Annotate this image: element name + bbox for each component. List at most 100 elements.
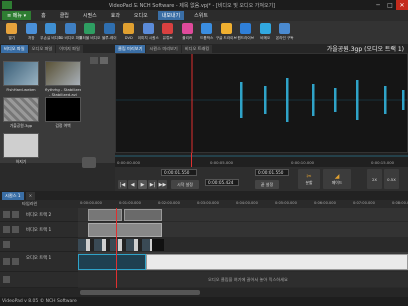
toolbar-label: 열기: [8, 36, 16, 40]
tab-image-files[interactable]: 이미지 파일: [56, 44, 83, 53]
bin-clip[interactable]: 가을공원.3gp: [3, 97, 39, 130]
step-back-button[interactable]: ◀: [128, 180, 137, 189]
toolbar-button[interactable]: DVD: [119, 22, 139, 44]
timeline-playhead[interactable]: [116, 208, 117, 288]
timeline-clip[interactable]: [152, 239, 164, 251]
preview-ruler[interactable]: 0:00:00.000 0:00:05.000 0:00:10.000 0:00…: [115, 153, 408, 167]
track-header-audio-2: [0, 272, 78, 288]
timeline-clip[interactable]: [88, 223, 162, 237]
speaker-icon[interactable]: [3, 258, 10, 265]
go-start-button[interactable]: |◀: [118, 180, 127, 189]
camera-icon[interactable]: [82, 157, 96, 168]
split-button[interactable]: ✂ 분할: [298, 169, 320, 189]
toolbar-button[interactable]: 플리커: [178, 22, 198, 44]
toolbar-button[interactable]: 블루-레이: [100, 22, 120, 44]
menu-audio[interactable]: 오디오: [130, 12, 152, 19]
lock-icon[interactable]: [12, 226, 19, 233]
waveform-peak: [402, 90, 405, 110]
menu-home[interactable]: 홈: [37, 12, 50, 19]
tab-clip-preview[interactable]: 클립 미리보기: [115, 44, 146, 53]
clip-thumbnail: [3, 133, 39, 158]
audio-waveform[interactable]: [115, 53, 408, 154]
toolbar-button[interactable]: 구글 드라이브: [216, 22, 237, 44]
tab-sequence-preview[interactable]: 시퀀스 미리보기: [146, 44, 181, 53]
timeline-tick: 0:04:00.000: [236, 201, 258, 205]
set-end-button[interactable]: 끝 설정: [255, 180, 279, 189]
timeline-clip[interactable]: [124, 209, 162, 221]
go-end-button[interactable]: ▶▶: [158, 180, 167, 189]
zoom-half-button[interactable]: 0.5X: [384, 169, 399, 189]
step-forward-button[interactable]: ▶|: [148, 180, 157, 189]
eye-icon[interactable]: [3, 241, 10, 248]
mini-playhead: [191, 153, 192, 167]
clip-thumbnail: [45, 61, 81, 86]
toolbar-icon: [162, 23, 174, 34]
timeline-scrollbar[interactable]: [0, 288, 408, 297]
tab-video-tracking[interactable]: 비디오 트래킹: [181, 44, 213, 53]
track-lane-video-2[interactable]: [78, 208, 408, 222]
maximize-icon[interactable]: □: [384, 0, 396, 10]
status-bar: VideoPad v 8.05 © NCH Software: [0, 297, 408, 306]
close-icon[interactable]: ✕: [396, 0, 408, 10]
audio-clip[interactable]: [78, 254, 146, 270]
timeline-tick: 0:06:00.000: [314, 201, 336, 205]
close-sequence-icon[interactable]: ×: [25, 191, 36, 200]
menu-effects[interactable]: 효과: [107, 12, 124, 19]
toolbar-icon: [6, 23, 18, 34]
zoom-2x-button[interactable]: 2X: [367, 169, 382, 189]
track-header-audio-1: 오디오 트랙 1: [0, 252, 78, 272]
main-menu-button[interactable]: ≡ 메뉴 ▾: [2, 11, 32, 20]
bin-clip[interactable]: 검정 여백: [45, 97, 81, 130]
toolbar-button[interactable]: 저장: [22, 22, 42, 44]
track-header-video-1: 비디오 트랙 1: [0, 222, 78, 238]
menu-clip[interactable]: 클립: [56, 12, 73, 19]
ruler-label: 0:00:00.000: [117, 160, 141, 165]
track-lane-thumbnails[interactable]: [78, 238, 408, 252]
toolbar-button[interactable]: 유튜브: [158, 22, 178, 44]
tab-sequence-1[interactable]: 시퀀스 1: [2, 191, 24, 200]
timeline-ruler[interactable]: 타임라인 0:00:00.000 0:01:00.000 0:02:00.000…: [0, 200, 408, 208]
scrollbar-thumb[interactable]: [80, 290, 200, 295]
track-lane-audio-2[interactable]: 오디오 클립을 여기에 끌어서 놓아 믹스하세요: [78, 272, 408, 288]
end-timecode[interactable]: 0:00:01.550: [255, 169, 289, 176]
view-toggle-icon[interactable]: [90, 57, 98, 64]
toolbar-button[interactable]: 3D 비디오 파일: [58, 22, 82, 44]
toolbar-button[interactable]: 이미지 시퀀스: [138, 22, 159, 44]
track-lane-audio-1[interactable]: [78, 252, 408, 272]
lock-icon[interactable]: [12, 258, 19, 265]
menu-export[interactable]: 내보내기: [157, 11, 185, 20]
toolbar-button[interactable]: 원드라이브: [236, 22, 256, 44]
bin-clip[interactable]: FishHard.webm: [3, 61, 39, 94]
toolbar-label: 블루-레이: [101, 36, 117, 40]
menu-suite[interactable]: 스위트: [190, 12, 212, 19]
toolbar-label: 온라인 구독: [275, 36, 294, 40]
bin-clip[interactable]: flythrhg - Stabilized - Stabilized.avi: [45, 61, 81, 97]
lock-icon[interactable]: [12, 211, 19, 218]
toolbar-button[interactable]: 비메오: [256, 22, 276, 44]
bin-clip[interactable]: 하지기: [3, 133, 39, 166]
eye-icon[interactable]: [3, 226, 10, 233]
play-button[interactable]: ▶: [138, 180, 147, 189]
track-lane-video-1[interactable]: [78, 222, 408, 238]
toolbar-button[interactable]: 열기: [2, 22, 22, 44]
toolbar-button[interactable]: 포터블 비디오: [79, 22, 100, 44]
sequence-tabs: 시퀀스 1 ×: [0, 191, 408, 200]
menu-sequence[interactable]: 시퀀스: [79, 12, 101, 19]
audio-clip[interactable]: [146, 254, 408, 270]
tab-audio-files[interactable]: 오디오 파일: [28, 44, 56, 53]
tab-video-files[interactable]: 비디오 파일: [1, 44, 28, 53]
ruler-label: 0:00:10.000: [291, 160, 315, 165]
minimize-icon[interactable]: ─: [372, 0, 384, 10]
preview-tabs: 클립 미리보기 시퀀스 미리보기 비디오 트래킹 가을공원.3gp (오디오 트…: [115, 44, 408, 53]
fade-button[interactable]: ◢ 페이드: [323, 169, 351, 189]
set-start-button[interactable]: 시작 설정: [171, 180, 199, 189]
eye-icon[interactable]: [3, 211, 10, 218]
toolbar-button[interactable]: 온라인 구독: [275, 22, 295, 44]
speaker-icon[interactable]: [3, 276, 10, 283]
waveform-peak: [312, 84, 315, 116]
timeline-tick: 0:07:00.000: [353, 201, 375, 205]
start-timecode[interactable]: 0:00:01.550: [161, 169, 197, 176]
list-view-icon[interactable]: [100, 57, 108, 64]
toolbar-button[interactable]: 드롭박스: [197, 22, 217, 44]
timeline-clip[interactable]: [78, 239, 152, 251]
